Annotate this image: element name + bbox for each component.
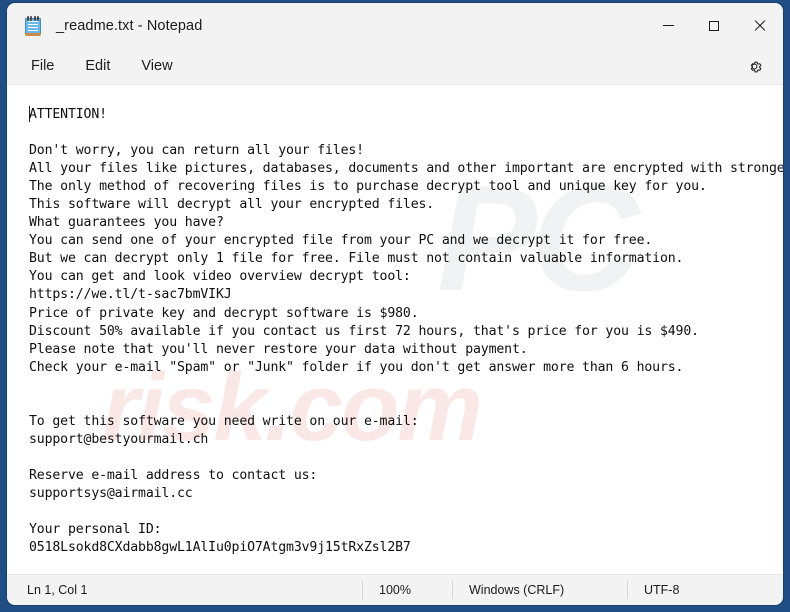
close-button[interactable] [737, 3, 783, 48]
minimize-icon [662, 25, 674, 26]
maximize-icon [709, 20, 719, 31]
status-zoom[interactable]: 100% [362, 581, 452, 599]
gear-icon [750, 61, 761, 72]
minimize-button[interactable] [645, 3, 691, 48]
status-encoding[interactable]: UTF-8 [627, 581, 695, 599]
notepad-icon [24, 15, 42, 36]
window-title: _readme.txt - Notepad [56, 17, 203, 34]
maximize-button[interactable] [691, 3, 737, 48]
menu-item-view[interactable]: View [130, 53, 183, 79]
status-line-ending[interactable]: Windows (CRLF) [452, 581, 627, 599]
menu-bar: File Edit View [7, 48, 783, 85]
menu-item-edit[interactable]: Edit [74, 53, 121, 79]
status-bar: Ln 1, Col 1 100% Windows (CRLF) UTF-8 [7, 574, 783, 605]
menu-item-file[interactable]: File [20, 53, 65, 79]
title-bar: _readme.txt - Notepad [7, 3, 783, 48]
text-editor-area[interactable]: PC risk.com ATTENTION! Don't worry, you … [7, 85, 783, 574]
window-controls [645, 3, 783, 48]
close-icon [754, 20, 766, 32]
screen: _readme.txt - Notepad File Edit View PC … [0, 0, 790, 612]
readme-text-content[interactable]: ATTENTION! Don't worry, you can return a… [7, 85, 783, 557]
status-line-column[interactable]: Ln 1, Col 1 [7, 581, 362, 599]
notepad-window: _readme.txt - Notepad File Edit View PC … [7, 3, 783, 605]
settings-button[interactable] [739, 52, 769, 80]
